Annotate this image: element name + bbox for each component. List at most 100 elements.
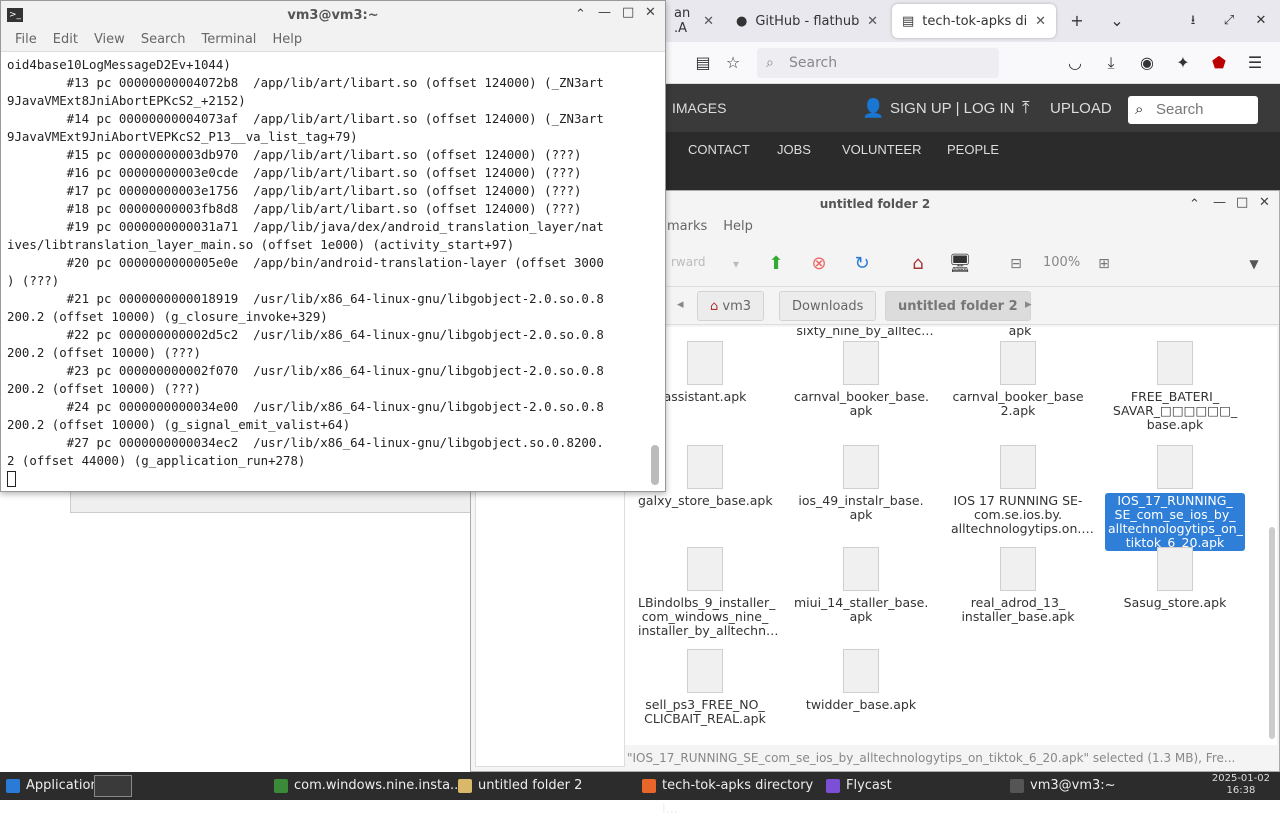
terminal-window: vm3@vm3:~ >_ ⌃ — □ ✕ File Edit View Sear… bbox=[0, 0, 666, 492]
chevron-up-icon[interactable]: ⌃ bbox=[575, 7, 586, 22]
browser-search-input[interactable]: ⌕ Search bbox=[757, 48, 999, 78]
partial-file-label: sixty_nine_by_alltec… bbox=[796, 327, 934, 338]
zoom-in-icon[interactable]: ⊞ bbox=[1091, 251, 1117, 277]
computer-icon[interactable]: 🖥 bbox=[947, 251, 973, 277]
nav-jobs[interactable]: JOBS bbox=[777, 142, 811, 157]
file-item[interactable]: carnval_booker_base. apk bbox=[791, 341, 931, 419]
crumb-downloads[interactable]: Downloads bbox=[779, 291, 877, 321]
file-grid: sixty_nine_by_alltec… apk assistant.apk c… bbox=[625, 327, 1277, 745]
terminal-line: ) (???) bbox=[7, 273, 60, 288]
upload-link[interactable]: UPLOAD bbox=[1050, 100, 1112, 117]
file-icon bbox=[687, 649, 723, 693]
crumb-current[interactable]: untitled folder 2 bbox=[885, 291, 1031, 321]
menu-terminal[interactable]: Terminal bbox=[195, 30, 262, 51]
nav-contact[interactable]: CONTACT bbox=[688, 142, 750, 157]
tab-list-icon[interactable]: ⌄ bbox=[1106, 10, 1128, 32]
terminal-output[interactable]: oid4base10LogMessageD2Ev+1044) #13 pc 00… bbox=[7, 56, 649, 488]
file-item[interactable]: miui_14_staller_base. apk bbox=[791, 547, 931, 625]
scrollbar[interactable] bbox=[651, 445, 659, 485]
stop-icon[interactable]: ⊗ bbox=[806, 251, 832, 277]
close-icon[interactable]: ✕ bbox=[1250, 10, 1272, 32]
zoom-out-icon[interactable]: ⊟ bbox=[1003, 251, 1029, 277]
downloads-icon[interactable]: ⤓ bbox=[1100, 52, 1122, 74]
taskbar-item[interactable]: vm3@vm3:~ bbox=[1004, 774, 1184, 798]
menu-icon[interactable]: ☰ bbox=[1244, 52, 1266, 74]
menu-help[interactable]: Help bbox=[266, 30, 308, 51]
menu-bookmarks[interactable]: marks bbox=[667, 219, 707, 241]
minimize-icon[interactable]: — bbox=[1213, 195, 1226, 210]
extensions-icon[interactable]: ✦ bbox=[1172, 52, 1194, 74]
file-item[interactable]: ios_49_instalr_base. apk bbox=[791, 445, 931, 523]
view-menu-icon[interactable]: ▼ bbox=[1241, 251, 1267, 277]
close-icon[interactable]: ✕ bbox=[645, 5, 656, 20]
search-icon: ⌕ bbox=[1135, 101, 1144, 118]
terminal-line: #23 pc 000000000002f070 /usr/lib/x86_64-… bbox=[7, 363, 604, 378]
terminal-line: 200.2 (offset 10000) (g_signal_emit_vali… bbox=[7, 417, 351, 432]
taskbar-item[interactable]: Flycast bbox=[820, 774, 1000, 798]
home-icon[interactable]: ⌂ bbox=[905, 251, 931, 277]
file-item[interactable]: twidder_base.apk bbox=[791, 649, 931, 713]
app-icon bbox=[274, 779, 288, 793]
nav-volunteer[interactable]: VOLUNTEER bbox=[842, 142, 921, 157]
crumb-home[interactable]: ⌂ vm3 bbox=[697, 291, 765, 321]
app-icon bbox=[826, 779, 840, 793]
menu-view[interactable]: View bbox=[88, 30, 131, 51]
terminal-line: #13 pc 00000000004072b8 /app/lib/art/lib… bbox=[7, 75, 604, 90]
up-arrow-icon[interactable]: ⬆ bbox=[763, 251, 789, 277]
path-right-icon[interactable]: ▸ bbox=[1025, 297, 1032, 312]
page-icon: ▤ bbox=[902, 13, 915, 29]
bookmark-star-icon[interactable]: ☆ bbox=[722, 52, 744, 74]
file-icon bbox=[843, 649, 879, 693]
ublock-icon[interactable]: ⬟ bbox=[1208, 52, 1230, 74]
applications-menu[interactable]: Applications bbox=[0, 774, 105, 798]
close-tab-icon[interactable]: ✕ bbox=[1035, 14, 1046, 29]
reload-icon[interactable]: ↻ bbox=[849, 251, 875, 277]
scrollbar[interactable] bbox=[1267, 327, 1277, 747]
close-tab-icon[interactable]: ✕ bbox=[703, 14, 714, 29]
close-icon[interactable]: ✕ bbox=[1259, 195, 1270, 210]
browser-tab-2[interactable]: ●GitHub - flathub/io✕ bbox=[726, 4, 888, 38]
menu-search[interactable]: Search bbox=[135, 30, 192, 51]
taskbar-item[interactable]: com.windows.nine.insta... bbox=[268, 774, 462, 798]
reader-view-icon[interactable]: ▤ bbox=[692, 52, 714, 74]
browser-tab-3[interactable]: ▤tech-tok-apks direc✕ bbox=[892, 4, 1056, 38]
menu-file[interactable]: File bbox=[9, 30, 43, 51]
terminal-line: #15 pc 00000000003db970 /app/lib/art/lib… bbox=[7, 147, 582, 162]
site-search-input[interactable]: ⌕ Search bbox=[1128, 96, 1258, 124]
minimize-icon[interactable]: ⭳ bbox=[1182, 10, 1204, 32]
file-item[interactable]: sell_ps3_FREE_NO_ CLICBAIT_REAL.apk bbox=[635, 649, 775, 727]
terminal-line: 200.2 (offset 10000) (???) bbox=[7, 345, 201, 360]
menu-edit[interactable]: Edit bbox=[47, 30, 84, 51]
browser-tab-1[interactable]: an .A ✕ bbox=[664, 4, 724, 38]
file-name: twidder_base.apk bbox=[805, 697, 917, 712]
file-item[interactable]: IOS_17_RUNNING_ SE_com_se_ios_by_ alltec… bbox=[1105, 445, 1245, 551]
menu-help[interactable]: Help bbox=[723, 219, 753, 241]
path-left-icon[interactable]: ◂ bbox=[677, 297, 684, 312]
file-item[interactable]: carnval_booker_base 2.apk bbox=[948, 341, 1088, 419]
taskbar-item[interactable]: tech-tok-apks directory l... bbox=[636, 774, 816, 817]
maximize-icon[interactable]: □ bbox=[622, 5, 634, 20]
close-tab-icon[interactable]: ✕ bbox=[867, 14, 878, 29]
account-icon[interactable]: ◉ bbox=[1136, 52, 1158, 74]
images-link[interactable]: IMAGES bbox=[672, 100, 726, 116]
workspace-switcher[interactable] bbox=[94, 775, 132, 797]
file-item[interactable]: FREE_BATERI_ SAVAR_□□□□□□_ base.apk bbox=[1105, 341, 1245, 433]
forward-dropdown-icon[interactable]: ▾ bbox=[723, 251, 749, 277]
maximize-icon[interactable]: □ bbox=[1236, 195, 1248, 210]
file-name: LBindolbs_9_installer_ com_windows_nine_… bbox=[638, 595, 779, 638]
signup-login-link[interactable]: SIGN UP | LOG IN bbox=[890, 100, 1014, 117]
new-tab-icon[interactable]: + bbox=[1066, 10, 1088, 32]
file-item[interactable]: LBindolbs_9_installer_ com_windows_nine_… bbox=[635, 547, 779, 639]
file-item[interactable]: IOS 17 RUNNING SE- com.se.ios.by. alltec… bbox=[948, 445, 1094, 537]
file-name: IOS 17 RUNNING SE- com.se.ios.by. alltec… bbox=[951, 493, 1094, 536]
chevron-up-icon[interactable]: ⌃ bbox=[1189, 197, 1200, 212]
minimize-icon[interactable]: — bbox=[598, 5, 611, 20]
file-item[interactable]: Sasug_store.apk bbox=[1105, 547, 1245, 611]
forward-button[interactable]: rward bbox=[671, 255, 705, 269]
restore-icon[interactable]: ⤢ bbox=[1218, 10, 1240, 32]
pocket-icon[interactable]: ◡ bbox=[1064, 52, 1086, 74]
nav-people[interactable]: PEOPLE bbox=[947, 142, 999, 157]
file-item[interactable]: real_adrod_13_ installer_base.apk bbox=[948, 547, 1088, 625]
taskbar-item[interactable]: untitled folder 2 bbox=[452, 774, 632, 798]
taskbar-item-label: tech-tok-apks directory l... bbox=[662, 778, 814, 817]
